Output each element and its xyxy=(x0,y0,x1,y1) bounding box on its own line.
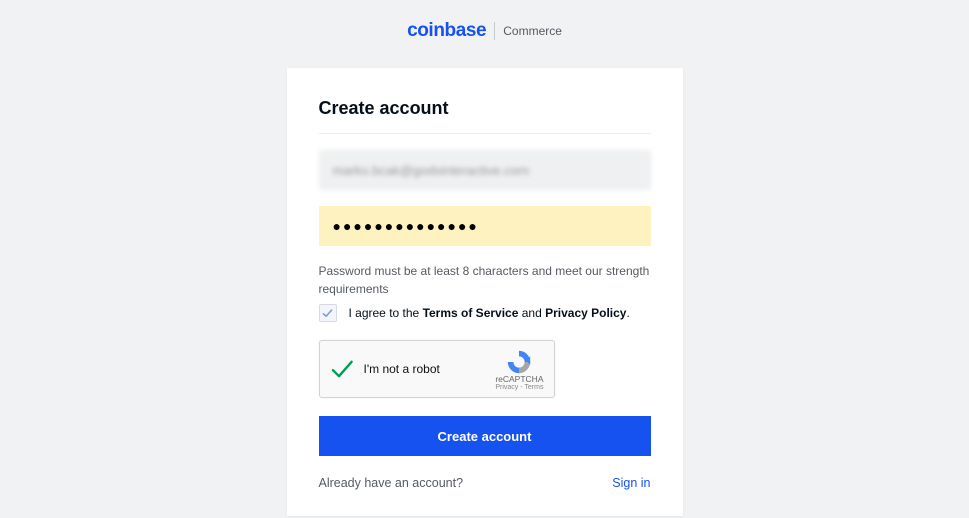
recaptcha-check-icon xyxy=(330,357,354,381)
check-icon xyxy=(322,308,333,319)
email-field[interactable] xyxy=(319,150,651,190)
header: coinbase Commerce xyxy=(0,0,969,42)
page-title: Create account xyxy=(319,98,651,134)
already-text: Already have an account? xyxy=(319,476,464,490)
agree-checkbox[interactable] xyxy=(319,304,337,322)
agree-and: and xyxy=(518,306,545,320)
agree-prefix: I agree to the xyxy=(349,306,423,320)
recaptcha-legal: Privacy - Terms xyxy=(495,384,543,391)
password-hint: Password must be at least 8 characters a… xyxy=(319,262,651,298)
agree-suffix: . xyxy=(626,306,629,320)
recaptcha-badge: reCAPTCHA Privacy - Terms xyxy=(495,348,543,391)
brand-main: coinbase xyxy=(407,20,486,42)
recaptcha-widget[interactable]: I'm not a robot reCAPTCHA Privacy - Term… xyxy=(319,340,555,398)
brand-separator xyxy=(494,22,495,40)
footer-row: Already have an account? Sign in xyxy=(319,476,651,490)
sign-in-link[interactable]: Sign in xyxy=(612,476,650,490)
signup-card: Create account Password must be at least… xyxy=(287,68,683,516)
recaptcha-label: I'm not a robot xyxy=(364,362,496,376)
brand-sub: Commerce xyxy=(503,24,562,38)
privacy-link[interactable]: Privacy Policy xyxy=(545,306,626,320)
brand: coinbase Commerce xyxy=(407,20,562,42)
agree-text: I agree to the Terms of Service and Priv… xyxy=(349,306,630,320)
tos-link[interactable]: Terms of Service xyxy=(423,306,519,320)
recaptcha-name: reCAPTCHA xyxy=(495,374,543,384)
password-field[interactable] xyxy=(319,206,651,246)
create-account-button[interactable]: Create account xyxy=(319,416,651,456)
agree-row: I agree to the Terms of Service and Priv… xyxy=(319,304,651,322)
recaptcha-logo-icon xyxy=(505,348,533,372)
